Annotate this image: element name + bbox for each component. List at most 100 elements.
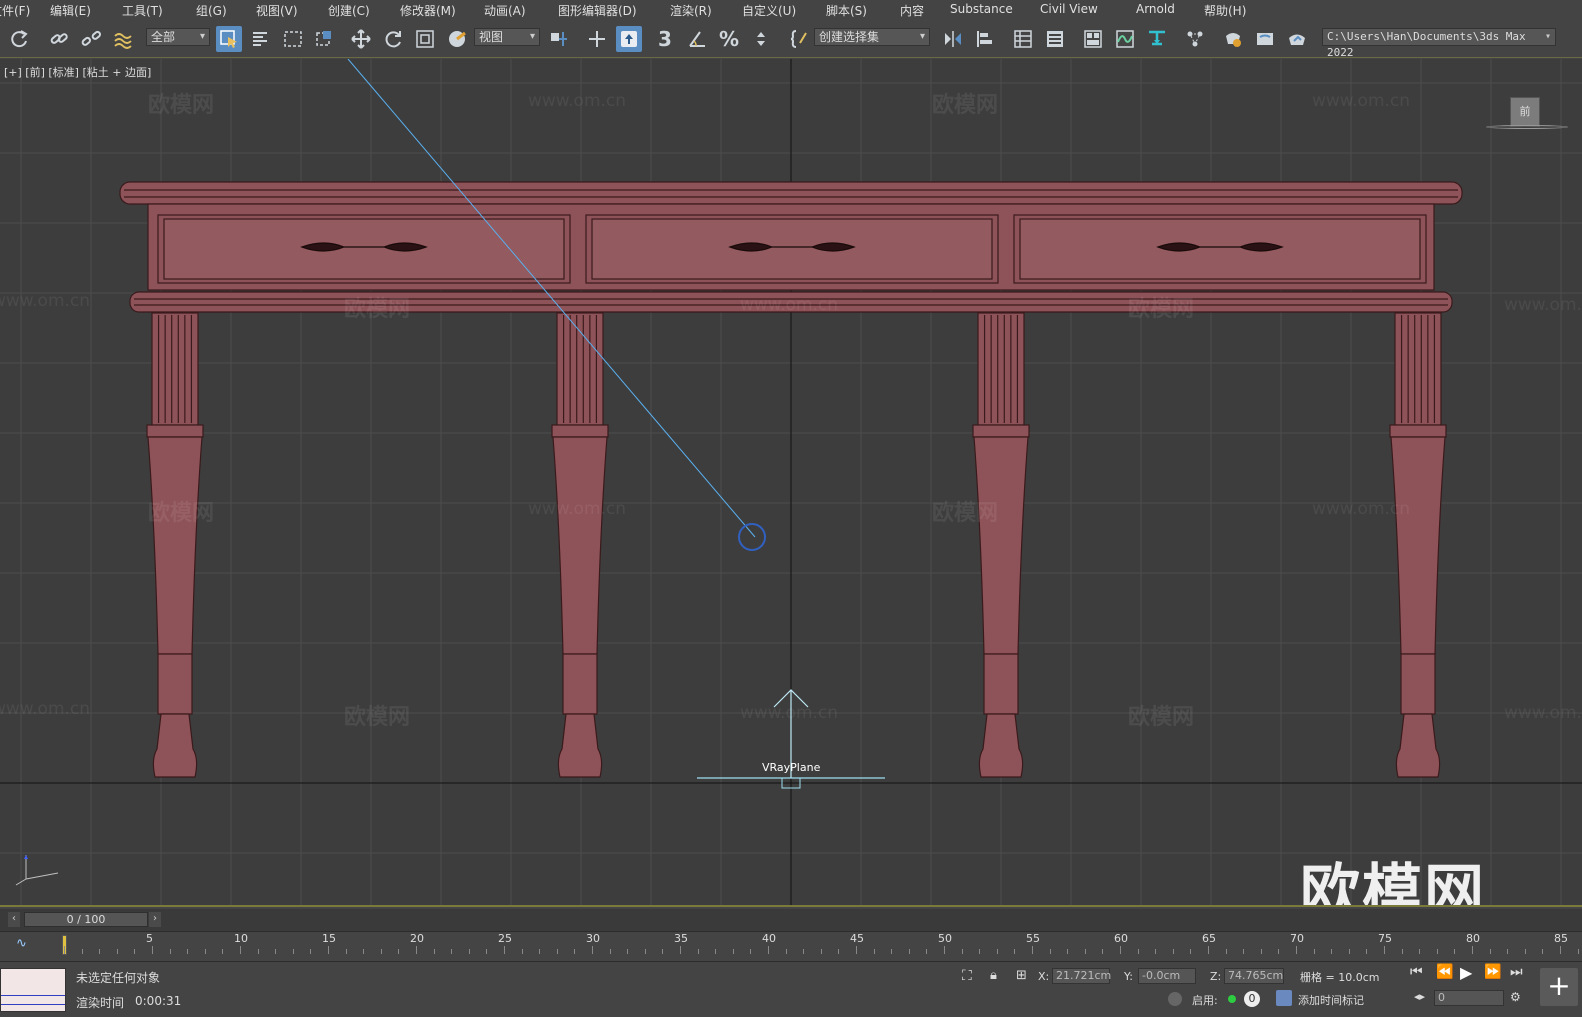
layer-explorer-icon[interactable] <box>1042 26 1068 52</box>
menu-item-9[interactable]: 渲染(R) <box>670 2 712 19</box>
time-slider-value: 0 / 100 <box>66 913 106 926</box>
tick-mark <box>873 949 875 954</box>
watermark: www.om.cn <box>1312 91 1411 111</box>
table-top <box>119 181 1463 205</box>
scene-explorer-icon[interactable] <box>1010 26 1036 52</box>
ribbon-toggle-icon[interactable] <box>1080 26 1106 52</box>
add-time-tag[interactable]: 添加时间标记 <box>1298 992 1364 1008</box>
select-by-name-icon[interactable] <box>248 26 274 52</box>
viewcube-ring[interactable] <box>1486 125 1568 129</box>
time-slider-bar: ‹ 0 / 100 › <box>0 909 1582 931</box>
angle-snap-icon[interactable] <box>684 26 710 52</box>
time-slider[interactable]: 0 / 100 <box>24 912 148 927</box>
current-frame-value: 0 <box>1438 991 1445 1004</box>
tick-mark <box>433 949 435 954</box>
menu-item-2[interactable]: 工具(T) <box>122 2 163 19</box>
track-bar[interactable]: ∿ 5 10 15 20 25 30 35 40 45 50 55 60 65 70 75 80 85 <box>0 931 1582 960</box>
align-icon[interactable] <box>972 26 998 52</box>
link-icon[interactable] <box>46 26 72 52</box>
menu-item-5[interactable]: 创建(C) <box>328 2 370 19</box>
menu-item-1[interactable]: 编辑(E) <box>50 2 91 19</box>
tick-mark <box>856 946 857 954</box>
z-label: Z: <box>1210 970 1222 983</box>
render-setup-icon[interactable] <box>1220 26 1246 52</box>
menu-item-14[interactable]: Civil View <box>1040 2 1098 16</box>
menu-item-11[interactable]: 脚本(S) <box>826 2 867 19</box>
absolute-mode-icon[interactable]: ⊞ <box>1016 968 1027 983</box>
leg-2-taper <box>552 436 608 655</box>
menu-item-16[interactable]: 帮助(H) <box>1204 2 1246 19</box>
viewport-label[interactable]: [+] [前] [标准] [粘土 + 边面] <box>4 64 151 80</box>
menu-item-6[interactable]: 修改器(M) <box>400 2 456 19</box>
reference-coord-dropdown[interactable]: 视图 <box>474 28 540 46</box>
menu-item-4[interactable]: 视图(V) <box>256 2 298 19</box>
menu-item-3[interactable]: 组(G) <box>196 2 227 19</box>
redo-icon[interactable] <box>6 26 32 52</box>
menu-item-12[interactable]: 内容 <box>900 2 924 19</box>
time-tag-icon[interactable] <box>1276 990 1292 1006</box>
play-icon[interactable]: ▶ <box>1460 963 1472 982</box>
menu-item-15[interactable]: Arnold <box>1136 2 1175 16</box>
lock-icon[interactable]: 🔒︎ <box>990 968 997 983</box>
watermark: www.om.cn <box>528 91 627 111</box>
tick-mark <box>99 949 101 954</box>
prev-frame-button[interactable]: ‹ <box>8 912 20 927</box>
tick-mark <box>468 949 470 954</box>
menu-item-7[interactable]: 动画(A) <box>484 2 526 19</box>
keyboard-shortcut-toggle-icon[interactable] <box>616 26 642 52</box>
tick-mark <box>345 949 347 954</box>
edit-named-selection-icon[interactable] <box>786 26 812 52</box>
maximize-viewport-icon[interactable]: + <box>1540 968 1578 1006</box>
move-icon[interactable] <box>348 26 374 52</box>
prev-key-icon[interactable]: ⏪ <box>1436 964 1453 980</box>
spinner-snap-icon[interactable] <box>748 26 774 52</box>
project-path-dropdown[interactable]: C:\Users\Han\Documents\3ds Max 2022 <box>1322 28 1556 59</box>
window-crossing-icon[interactable] <box>312 26 338 52</box>
unlink-icon[interactable] <box>78 26 104 52</box>
rendered-frame-window-icon[interactable] <box>1252 26 1278 52</box>
rotate-icon[interactable] <box>380 26 406 52</box>
rect-selection-region-icon[interactable] <box>280 26 306 52</box>
watermark: 欧模网 <box>344 297 411 322</box>
next-key-icon[interactable]: ⏩ <box>1484 964 1501 980</box>
y-coord-field[interactable]: -0.0cm <box>1138 968 1196 984</box>
bind-spacewarp-icon[interactable] <box>110 26 136 52</box>
time-config-icon[interactable]: ⚙ <box>1510 990 1521 1004</box>
tick-label: 75 <box>1378 932 1392 945</box>
maxscript-listener-mini[interactable] <box>0 968 66 1012</box>
snaps-toggle-icon[interactable]: 3 <box>652 26 678 52</box>
pivot-center-icon[interactable] <box>546 26 572 52</box>
curve-editor-mini-icon[interactable]: ∿ <box>16 936 40 956</box>
z-coord-field[interactable]: 74.765cm <box>1224 968 1284 984</box>
select-object-icon[interactable] <box>216 26 242 52</box>
percent-snap-icon[interactable]: % <box>716 26 742 52</box>
menu-item-13[interactable]: Substance <box>950 2 1013 16</box>
isolate-icon[interactable]: ⛶ <box>962 968 972 984</box>
front-viewport[interactable]: 欧模网 www.om.cn 欧模网 www.om.cn www.om.cn 欧模网 www.… <box>0 59 1582 907</box>
scale-icon[interactable] <box>412 26 438 52</box>
render-time-value: 0:00:31 <box>135 994 182 1008</box>
tick-mark <box>1190 949 1192 954</box>
menu-item-0[interactable]: 文件(F) <box>0 2 30 19</box>
tick-mark <box>944 946 945 954</box>
curve-editor-icon[interactable] <box>1112 26 1138 52</box>
next-frame-button[interactable]: › <box>149 912 161 927</box>
select-manipulate-icon[interactable] <box>584 26 610 52</box>
goto-start-icon[interactable]: ⏮ <box>1410 964 1423 980</box>
selection-filter-dropdown[interactable]: 全部 <box>146 28 210 46</box>
render-production-icon[interactable] <box>1284 26 1310 52</box>
current-frame-field[interactable]: 0 <box>1434 990 1504 1006</box>
x-coord-field[interactable]: 21.721cm <box>1052 968 1111 984</box>
goto-end-icon[interactable]: ⏭ <box>1510 964 1523 980</box>
placement-icon[interactable] <box>444 26 470 52</box>
menu-item-8[interactable]: 图形编辑器(D) <box>558 2 637 19</box>
material-editor-icon[interactable] <box>1182 26 1208 52</box>
tick-mark <box>240 946 241 954</box>
menu-item-10[interactable]: 自定义(U) <box>742 2 796 19</box>
shield-icon[interactable] <box>1168 992 1182 1006</box>
named-selection-dropdown[interactable]: 创建选择集 <box>814 28 930 46</box>
viewcube[interactable]: 前 <box>1510 97 1540 127</box>
tick-mark <box>1278 949 1280 954</box>
schematic-view-icon[interactable] <box>1144 26 1170 52</box>
mirror-icon[interactable] <box>940 26 966 52</box>
